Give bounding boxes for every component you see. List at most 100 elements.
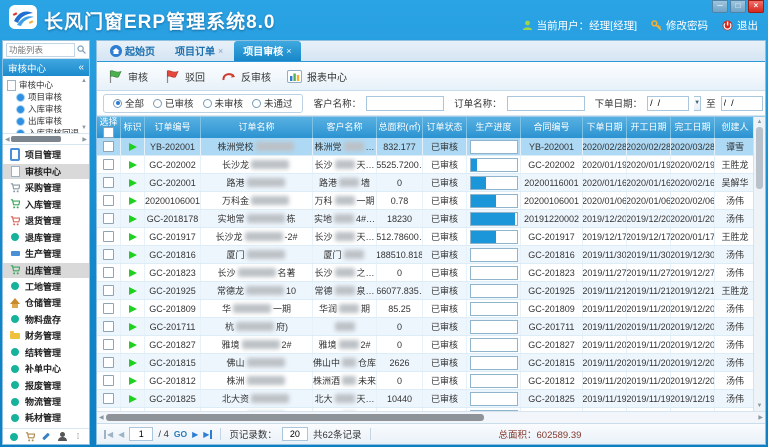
sidebar-item-耗材管理[interactable]: 耗材管理 bbox=[3, 410, 89, 425]
table-row[interactable]: GC-201825北大资北大天…10440已审核GC-2018252019/11… bbox=[97, 390, 753, 408]
maximize-button[interactable]: □ bbox=[730, 0, 746, 13]
column-header-创建人[interactable]: 创建人 bbox=[715, 117, 753, 138]
close-tab-icon[interactable]: × bbox=[218, 46, 223, 56]
table-row[interactable]: GC-2018178实地常栋实地4#…18230已审核2019122000220… bbox=[97, 210, 753, 228]
column-header-总面积(㎡)[interactable]: 总面积(㎡) bbox=[377, 117, 423, 138]
next-page-button[interactable]: ▶ bbox=[192, 430, 198, 439]
sidebar-item-退库管理[interactable]: 退库管理 bbox=[3, 230, 89, 245]
table-row[interactable]: GC-201809华一期华润期85.25已审核GC-2018092019/11/… bbox=[97, 300, 753, 318]
table-row[interactable]: GC-201823长沙名著长沙之…0已审核GC-2018232019/11/27… bbox=[97, 264, 753, 282]
page-number-input[interactable] bbox=[129, 427, 153, 441]
radio-icon[interactable] bbox=[113, 99, 122, 108]
column-header-订单状态[interactable]: 订单状态 bbox=[423, 117, 467, 138]
tree-node-入库审核[interactable]: 入库审核 bbox=[7, 103, 79, 115]
tab-project-2[interactable]: 项目审核× bbox=[234, 41, 300, 61]
minimize-button[interactable]: ─ bbox=[712, 0, 728, 13]
row-checkbox[interactable] bbox=[103, 375, 114, 386]
order-date-from-input[interactable] bbox=[647, 96, 689, 111]
scroll-left-icon[interactable]: ◀ bbox=[5, 136, 10, 143]
scroll-right-icon[interactable]: ▶ bbox=[82, 136, 87, 143]
column-header-生产进度[interactable]: 生产进度 bbox=[467, 117, 521, 138]
sidebar-item-报废管理[interactable]: 报废管理 bbox=[3, 378, 89, 393]
page-size-input[interactable] bbox=[282, 427, 308, 441]
tab-home[interactable]: 起始页 bbox=[101, 41, 164, 61]
sidebar-panel-header[interactable]: 审核中心 « bbox=[3, 59, 89, 76]
row-checkbox[interactable] bbox=[103, 393, 114, 404]
table-row[interactable]: YB-202001株洲党校株洲党…832.177已审核YB-2020012020… bbox=[97, 138, 753, 156]
toolbar-button-flag-red[interactable]: 驳回 bbox=[164, 69, 205, 84]
table-row[interactable]: 20200106001万科金万科一期0.78已审核202001060012020… bbox=[97, 192, 753, 210]
row-checkbox[interactable] bbox=[103, 231, 114, 242]
logout-button[interactable]: 退出 bbox=[722, 18, 758, 33]
sidebar-item-补单中心[interactable]: 补单中心 bbox=[3, 361, 89, 376]
sidebar-item-项目管理[interactable]: 项目管理 bbox=[3, 147, 89, 162]
sidebar-item-退货管理[interactable]: 退货管理 bbox=[3, 213, 89, 228]
table-row[interactable]: GC-201917长沙龙-2#长沙天…8512.78600…已审核GC-2019… bbox=[97, 228, 753, 246]
column-header-标识[interactable]: 标识 bbox=[121, 117, 145, 138]
row-checkbox[interactable] bbox=[103, 357, 114, 368]
scroll-left-icon[interactable]: ◀ bbox=[99, 414, 104, 421]
first-page-button[interactable]: ◀ bbox=[104, 430, 113, 439]
column-header-完工日期[interactable]: 完工日期 bbox=[671, 117, 715, 138]
sidebar-item-采购管理[interactable]: 采购管理 bbox=[3, 180, 89, 195]
sidebar-item-物料盘存[interactable]: 物料盘存 bbox=[3, 312, 89, 327]
tree-vertical-scrollbar[interactable]: ▲▼ bbox=[80, 78, 88, 131]
row-checkbox[interactable] bbox=[103, 267, 114, 278]
dot-icon[interactable] bbox=[9, 432, 19, 442]
scroll-thumb[interactable] bbox=[11, 136, 62, 142]
radio-option[interactable]: 未通过 bbox=[252, 96, 293, 110]
person-icon[interactable] bbox=[57, 432, 67, 442]
table-row[interactable]: GC-201816厦门厦门188510.818已审核GC-2018162019/… bbox=[97, 246, 753, 264]
tree-node-入库审核回退[interactable]: 入库审核回退 bbox=[7, 127, 79, 134]
sidebar-item-物流管理[interactable]: 物流管理 bbox=[3, 394, 89, 409]
pen-icon[interactable] bbox=[41, 432, 51, 442]
column-header-开工日期[interactable]: 开工日期 bbox=[627, 117, 671, 138]
scroll-up-icon[interactable]: ▲ bbox=[757, 119, 763, 125]
tree-horizontal-scrollbar[interactable]: ◀ ▶ bbox=[3, 134, 89, 145]
radio-icon[interactable] bbox=[252, 99, 261, 108]
sidebar-item-工地管理[interactable]: 工地管理 bbox=[3, 279, 89, 294]
table-row[interactable]: GC-201711杭府)0已审核GC-2017112019/11/202019/… bbox=[97, 318, 753, 336]
sidebar-item-出库管理[interactable]: 出库管理 bbox=[3, 263, 89, 278]
sidebar-item-入库管理[interactable]: 入库管理 bbox=[3, 197, 89, 212]
column-header-订单编号[interactable]: 订单编号 bbox=[145, 117, 201, 138]
cart-icon[interactable] bbox=[25, 432, 35, 442]
sidebar-item-审核中心[interactable]: 审核中心 bbox=[3, 164, 89, 179]
radio-icon[interactable] bbox=[203, 99, 212, 108]
row-checkbox[interactable] bbox=[103, 159, 114, 170]
radio-option[interactable]: 已审核 bbox=[153, 96, 194, 110]
close-button[interactable]: × bbox=[748, 0, 764, 13]
previous-page-button[interactable]: ◀ bbox=[118, 430, 124, 439]
radio-option[interactable]: 未审核 bbox=[203, 96, 244, 110]
row-checkbox[interactable] bbox=[103, 303, 114, 314]
toolbar-button-report-chart[interactable]: 报表中心 bbox=[287, 69, 347, 84]
sidebar-item-财务管理[interactable]: 财务管理 bbox=[3, 328, 89, 343]
table-row[interactable]: GC-202001路港路港墙0已审核202001160012020/01/162… bbox=[97, 174, 753, 192]
row-checkbox[interactable] bbox=[103, 141, 114, 152]
select-all-checkbox[interactable] bbox=[103, 127, 114, 138]
row-checkbox[interactable] bbox=[103, 339, 114, 350]
toolbar-button-flag-green[interactable]: 审核 bbox=[107, 69, 148, 84]
last-page-button[interactable]: ▶ bbox=[203, 430, 212, 439]
sidebar-item-结转管理[interactable]: 结转管理 bbox=[3, 345, 89, 360]
change-password-button[interactable]: 修改密码 bbox=[651, 18, 708, 33]
table-row[interactable]: GC-201815佛山佛山中仓库2626已审核GC-2018152019/11/… bbox=[97, 354, 753, 372]
toolbar-button-undo-arrow[interactable]: 反审核 bbox=[221, 69, 271, 84]
close-tab-icon[interactable]: × bbox=[286, 46, 291, 56]
row-checkbox[interactable] bbox=[103, 213, 114, 224]
row-checkbox[interactable] bbox=[103, 177, 114, 188]
tree-root-audit-center[interactable]: 审核中心 bbox=[7, 79, 79, 91]
collapse-icon[interactable]: « bbox=[78, 62, 84, 73]
column-header-订单名称[interactable]: 订单名称 bbox=[201, 117, 313, 138]
column-header-合同编号[interactable]: 合同编号 bbox=[521, 117, 583, 138]
order-name-input[interactable] bbox=[507, 96, 585, 111]
order-date-to-input[interactable] bbox=[721, 96, 763, 111]
grid-horizontal-scrollbar[interactable]: ◀ ▶ bbox=[97, 411, 765, 423]
column-header-选择[interactable]: 选择 bbox=[97, 117, 121, 138]
radio-option[interactable]: 全部 bbox=[113, 96, 144, 110]
column-header-下单日期[interactable]: 下单日期 bbox=[583, 117, 627, 138]
sidebar-item-生产管理[interactable]: 生产管理 bbox=[3, 246, 89, 261]
row-checkbox[interactable] bbox=[103, 321, 114, 332]
tab-project-1[interactable]: 项目订单× bbox=[166, 41, 232, 61]
table-row[interactable]: GC-202002长沙龙长沙天…65525.7200…已审核GC-2020022… bbox=[97, 156, 753, 174]
